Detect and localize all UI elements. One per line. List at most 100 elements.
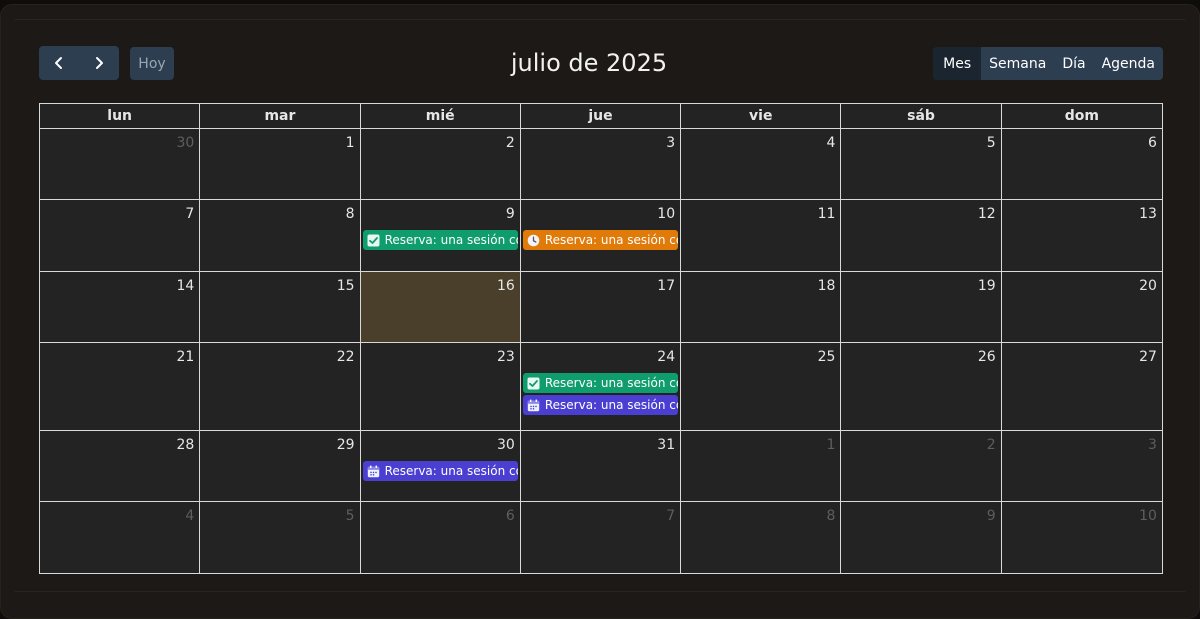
day-cell[interactable]: 5 <box>841 129 1002 199</box>
day-number[interactable]: 26 <box>978 349 996 365</box>
day-cell[interactable]: 22 <box>200 343 361 430</box>
calendar-panel: Hoy julio de 2025 Mes Semana Día Agenda … <box>0 4 1200 619</box>
day-number[interactable]: 18 <box>818 278 836 294</box>
day-cell[interactable]: 28 <box>40 431 201 501</box>
day-cell[interactable]: 19 <box>841 272 1002 342</box>
previous-button[interactable] <box>39 46 79 80</box>
event-confirmed[interactable]: Reserva: una sesión con tu <box>522 373 679 393</box>
view-month-button[interactable]: Mes <box>933 47 982 80</box>
day-cell[interactable]: 21 <box>40 343 201 430</box>
day-number[interactable]: 30 <box>497 437 515 453</box>
weekday-label: sáb <box>841 104 1002 128</box>
day-number[interactable]: 27 <box>1139 349 1157 365</box>
day-cell[interactable]: 4 <box>681 129 842 199</box>
view-week-button[interactable]: Semana <box>981 47 1054 80</box>
day-number[interactable]: 20 <box>1139 278 1157 294</box>
day-cell[interactable]: 14 <box>40 272 201 342</box>
day-number[interactable]: 5 <box>987 135 996 151</box>
day-number[interactable]: 3 <box>1148 437 1157 453</box>
view-day-button[interactable]: Día <box>1054 47 1093 80</box>
day-cell[interactable]: 27 <box>1002 343 1162 430</box>
day-number[interactable]: 15 <box>337 278 355 294</box>
day-number[interactable]: 10 <box>657 206 675 222</box>
day-number[interactable]: 13 <box>1139 206 1157 222</box>
day-cell[interactable]: 3 <box>1002 431 1162 501</box>
day-number[interactable]: 6 <box>506 508 515 524</box>
day-cell[interactable]: 8 <box>681 502 842 574</box>
day-cell[interactable]: 13 <box>1002 200 1162 271</box>
day-number[interactable]: 3 <box>666 135 675 151</box>
day-number[interactable]: 8 <box>826 508 835 524</box>
day-number[interactable]: 9 <box>987 508 996 524</box>
day-cell-today[interactable]: 16 <box>360 272 521 342</box>
day-cell[interactable]: 30 Reserva: una sesión con tu <box>361 431 521 501</box>
day-number[interactable]: 4 <box>826 135 835 151</box>
event-confirmed[interactable]: Reserva: una sesión con tu <box>362 230 518 250</box>
day-number[interactable]: 4 <box>185 508 194 524</box>
day-cell[interactable]: 2 <box>361 129 521 199</box>
day-cell[interactable]: 30 <box>40 129 201 199</box>
day-cell[interactable]: 11 <box>681 200 842 271</box>
day-number[interactable]: 23 <box>497 349 515 365</box>
day-number[interactable]: 31 <box>657 437 675 453</box>
day-number[interactable]: 17 <box>657 278 675 294</box>
day-cell[interactable]: 23 <box>361 343 521 430</box>
day-cell[interactable]: 6 <box>361 502 521 574</box>
day-cell[interactable]: 29 <box>200 431 361 501</box>
day-cell[interactable]: 31 <box>521 431 682 501</box>
day-number[interactable]: 11 <box>818 206 836 222</box>
day-number[interactable]: 29 <box>337 437 355 453</box>
day-number[interactable]: 21 <box>176 349 194 365</box>
day-cell[interactable]: 7 <box>521 502 682 574</box>
day-cell[interactable]: 24 Reserva: una sesión con tu Reserva: una… <box>521 343 682 430</box>
day-cell[interactable]: 26 <box>841 343 1002 430</box>
day-cell[interactable]: 15 <box>200 272 361 342</box>
event-scheduled[interactable]: Reserva: una sesión con tu <box>522 395 679 415</box>
day-number[interactable]: 2 <box>506 135 515 151</box>
day-cell[interactable]: 3 <box>521 129 682 199</box>
weekday-header: lun mar mié jue vie sáb dom <box>40 104 1162 129</box>
day-cell[interactable]: 5 <box>200 502 361 574</box>
day-number[interactable]: 6 <box>1148 135 1157 151</box>
day-cell[interactable]: 10 <box>1002 502 1162 574</box>
day-number[interactable]: 7 <box>666 508 675 524</box>
day-cell[interactable]: 20 <box>1002 272 1162 342</box>
day-number[interactable]: 2 <box>987 437 996 453</box>
day-number[interactable]: 19 <box>978 278 996 294</box>
day-cell[interactable]: 9 <box>841 502 1002 574</box>
day-number[interactable]: 14 <box>176 278 194 294</box>
day-cell[interactable]: 4 <box>40 502 201 574</box>
day-cell[interactable]: 7 <box>40 200 201 271</box>
day-number[interactable]: 30 <box>176 135 194 151</box>
day-cell[interactable]: 1 <box>681 431 842 501</box>
next-button[interactable] <box>79 46 119 80</box>
day-cell[interactable]: 17 <box>521 272 682 342</box>
day-number[interactable]: 7 <box>185 206 194 222</box>
day-number[interactable]: 1 <box>346 135 355 151</box>
day-cell[interactable]: 25 <box>681 343 842 430</box>
day-cell[interactable]: 12 <box>841 200 1002 271</box>
day-cell[interactable]: 2 <box>841 431 1002 501</box>
day-cell[interactable]: 8 <box>200 200 361 271</box>
view-agenda-button[interactable]: Agenda <box>1094 47 1163 80</box>
week-row: 7 8 9 Reserva: una sesión con tu 10 Reserva: … <box>40 200 1162 272</box>
day-number[interactable]: 22 <box>337 349 355 365</box>
day-number[interactable]: 28 <box>176 437 194 453</box>
day-number[interactable]: 16 <box>497 278 515 294</box>
day-cell[interactable]: 18 <box>681 272 842 342</box>
day-number[interactable]: 10 <box>1139 508 1157 524</box>
day-number[interactable]: 5 <box>346 508 355 524</box>
day-number[interactable]: 8 <box>346 206 355 222</box>
day-number[interactable]: 12 <box>978 206 996 222</box>
day-cell[interactable]: 10 Reserva: una sesión con tu <box>521 200 682 271</box>
day-cell[interactable]: 1 <box>200 129 361 199</box>
day-cell[interactable]: 9 Reserva: una sesión con tu <box>361 200 521 271</box>
day-number[interactable]: 25 <box>818 349 836 365</box>
day-cell[interactable]: 6 <box>1002 129 1162 199</box>
day-number[interactable]: 9 <box>506 206 515 222</box>
today-button[interactable]: Hoy <box>130 47 174 80</box>
day-number[interactable]: 24 <box>657 349 675 365</box>
event-pending[interactable]: Reserva: una sesión con tu <box>522 230 679 250</box>
day-number[interactable]: 1 <box>826 437 835 453</box>
event-scheduled[interactable]: Reserva: una sesión con tu <box>362 461 518 481</box>
